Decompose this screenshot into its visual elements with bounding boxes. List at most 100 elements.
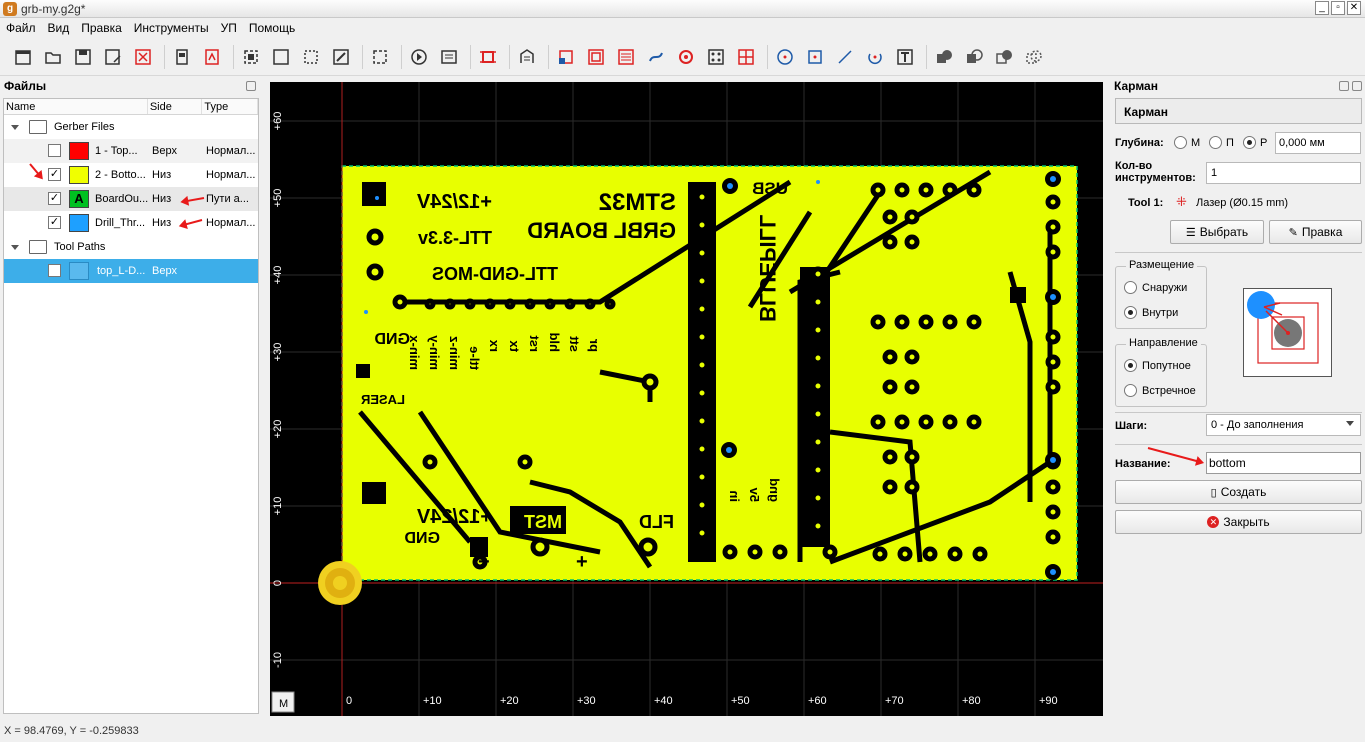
menu-tools[interactable]: Инструменты — [128, 21, 215, 35]
layer-color-swatch[interactable]: A — [69, 190, 89, 208]
board-text-fld: FLD — [639, 512, 674, 532]
drill-pattern-icon[interactable] — [705, 46, 727, 68]
board-text-bluepill: BLUEPILL — [755, 214, 780, 322]
table-row[interactable]: ✓ 2 - Botto... Низ Нормал... — [4, 163, 258, 187]
placement-inside-radio[interactable] — [1124, 306, 1137, 319]
pcb-canvas[interactable]: STM32 GRBL BOARD USB +12/24V TTL-3.3v TT… — [270, 82, 1103, 716]
depth-radio-r[interactable] — [1243, 136, 1256, 149]
xor-icon[interactable] — [1023, 46, 1045, 68]
file-name: 1 - Top... — [95, 145, 138, 157]
menu-toolpaths[interactable]: УП — [215, 21, 243, 35]
close-icon[interactable] — [1352, 81, 1362, 91]
menu-edit[interactable]: Правка — [75, 21, 128, 35]
gcode-icon[interactable] — [438, 46, 460, 68]
minimize-icon[interactable]: _ — [1315, 1, 1329, 15]
y-tick-label: 0 — [272, 580, 284, 586]
union-icon[interactable] — [933, 46, 955, 68]
tools-count-value[interactable]: 1 — [1211, 167, 1217, 179]
origin-marker[interactable] — [318, 561, 362, 605]
depth-radio-p[interactable] — [1209, 136, 1222, 149]
create-button[interactable]: ▯ Создать — [1115, 480, 1362, 504]
direction-conventional-radio[interactable] — [1124, 384, 1137, 397]
layer-color-swatch[interactable] — [69, 214, 89, 232]
board-text-1224-top: +12/24V — [416, 191, 492, 213]
arc-icon[interactable] — [864, 46, 886, 68]
open-folder-icon[interactable] — [42, 46, 64, 68]
undock-icon[interactable] — [1339, 81, 1349, 91]
direction-climb-radio[interactable] — [1124, 359, 1137, 372]
tools-count-spinbox[interactable]: 1 — [1206, 162, 1361, 184]
menu-file[interactable]: Файл — [0, 21, 42, 35]
steps-combobox[interactable]: 0 - До заполнения — [1206, 414, 1361, 436]
expand-icon[interactable] — [11, 125, 19, 130]
save-as-icon[interactable] — [102, 46, 124, 68]
depth-value[interactable]: 0,000 мм — [1279, 137, 1325, 149]
corner-button[interactable]: M — [279, 698, 288, 710]
board-outline-icon[interactable] — [477, 46, 499, 68]
table-row[interactable]: 1 - Top... Верх Нормал... — [4, 139, 258, 163]
export-icon[interactable] — [171, 46, 193, 68]
placement-outside-radio[interactable] — [1124, 281, 1137, 294]
layer-color-swatch[interactable] — [69, 166, 89, 184]
difference-icon[interactable] — [963, 46, 985, 68]
pocket-icon[interactable] — [585, 46, 607, 68]
x-tick-label: +60 — [808, 695, 827, 707]
group-label: Gerber Files — [54, 121, 115, 133]
board-text-1224-bot: +12/24V — [416, 506, 492, 528]
drill-icon[interactable] — [675, 46, 697, 68]
line-icon[interactable] — [834, 46, 856, 68]
thermal-icon[interactable] — [516, 46, 538, 68]
column-type[interactable]: Type — [202, 99, 258, 114]
visibility-checkbox[interactable]: ✓ — [48, 216, 61, 229]
close-icon[interactable]: ✕ — [1347, 1, 1361, 15]
menu-help[interactable]: Помощь — [243, 21, 301, 35]
board-text-ttlgnd: TTL-GND-MOS — [432, 264, 558, 284]
text-icon[interactable] — [894, 46, 916, 68]
name-input[interactable] — [1206, 452, 1361, 474]
visibility-checkbox[interactable] — [48, 264, 61, 277]
select-tool-button[interactable]: ☰ Выбрать — [1170, 220, 1264, 244]
simulate-icon[interactable] — [408, 46, 430, 68]
chevron-down-icon[interactable] — [1346, 421, 1354, 426]
visibility-checkbox[interactable] — [48, 144, 61, 157]
y-tick-label: +50 — [272, 189, 284, 208]
steps-value[interactable]: 0 - До заполнения — [1211, 419, 1303, 431]
column-side[interactable]: Side — [148, 99, 203, 114]
cross-hatch-icon[interactable] — [735, 46, 757, 68]
intersection-icon[interactable] — [993, 46, 1015, 68]
zoom-in-icon[interactable] — [270, 46, 292, 68]
pcb-view[interactable]: STM32 GRBL BOARD USB +12/24V TTL-3.3v TT… — [270, 82, 1103, 716]
select-all-icon[interactable] — [369, 46, 391, 68]
board-text-pin-4: rx — [487, 339, 502, 352]
visibility-checkbox[interactable]: ✓ — [48, 168, 61, 181]
table-row[interactable]: ✓ A BoardOu... Низ Пути а... — [4, 187, 258, 211]
tree-group-toolpaths[interactable]: Tool Paths — [4, 235, 258, 259]
edit-tool-button[interactable]: ✎ Правка — [1269, 220, 1362, 244]
circle-icon[interactable] — [774, 46, 796, 68]
table-row[interactable]: top_L-D... Верх — [4, 259, 258, 283]
thermal-insulation-icon[interactable] — [645, 46, 667, 68]
maximize-icon[interactable]: ▫ — [1331, 1, 1345, 15]
voronoi-icon[interactable] — [615, 46, 637, 68]
save-icon[interactable] — [72, 46, 94, 68]
expand-icon[interactable] — [11, 245, 19, 250]
zoom-selection-icon[interactable] — [330, 46, 352, 68]
undock-icon[interactable] — [246, 81, 256, 91]
point-icon[interactable] — [804, 46, 826, 68]
menu-view[interactable]: Вид — [42, 21, 76, 35]
export-pdf-icon[interactable] — [201, 46, 223, 68]
depth-radio-m[interactable] — [1174, 136, 1187, 149]
new-project-icon[interactable] — [12, 46, 34, 68]
close-project-icon[interactable] — [132, 46, 154, 68]
layer-color-swatch[interactable] — [69, 142, 89, 160]
close-button[interactable]: ✕ Закрыть — [1115, 510, 1362, 534]
board-text-pin-7: hld — [547, 332, 562, 352]
zoom-out-icon[interactable] — [300, 46, 322, 68]
tree-group-gerber[interactable]: Gerber Files — [4, 115, 258, 139]
table-row[interactable]: ✓ Drill_Thr... Низ Нормал... — [4, 211, 258, 235]
depth-spinbox[interactable]: 0,000 мм — [1275, 132, 1361, 154]
visibility-checkbox[interactable]: ✓ — [48, 192, 61, 205]
profile-icon[interactable] — [555, 46, 577, 68]
zoom-fit-icon[interactable] — [240, 46, 262, 68]
column-name[interactable]: Name — [4, 99, 148, 114]
